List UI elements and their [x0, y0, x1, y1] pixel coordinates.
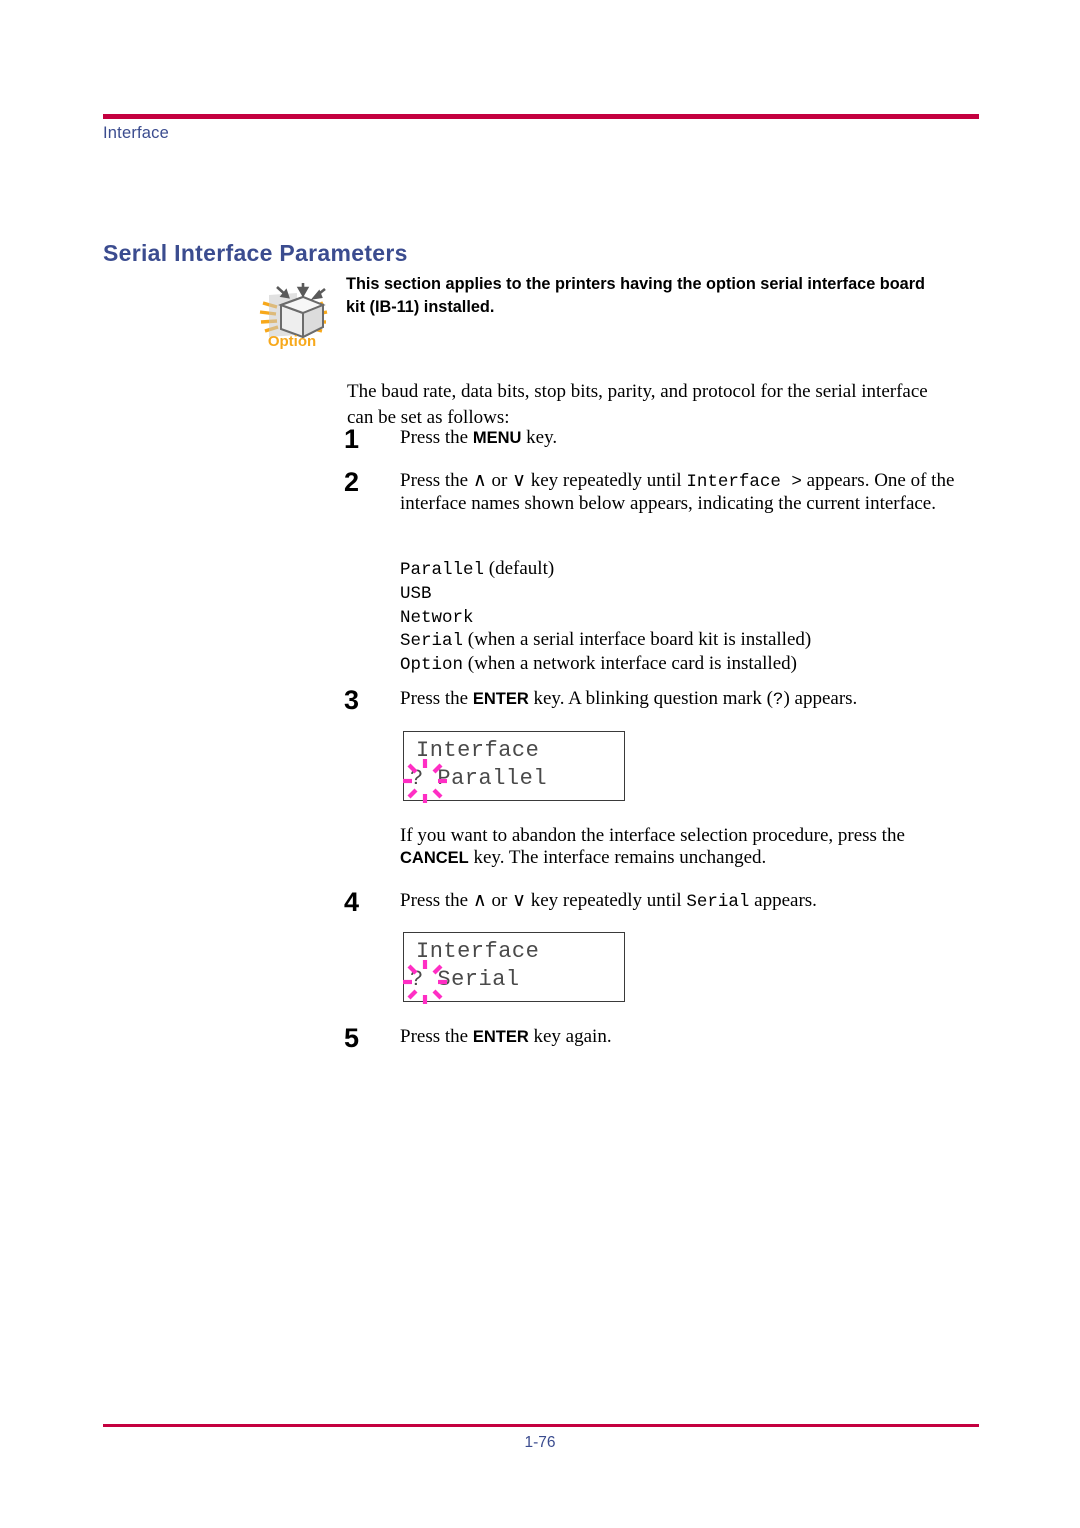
- lcd-panel-parallel: Interface ? Parallel: [403, 731, 625, 803]
- interface-name: Option: [400, 655, 464, 676]
- interface-name: Serial: [400, 631, 464, 652]
- inline-text: appears.: [749, 890, 817, 911]
- lcd-line-2: ? Serial: [410, 967, 520, 992]
- step-text: Press the ∧ or ∨ key repeatedly until Se…: [400, 890, 960, 913]
- interface-note: (when a network interface card is instal…: [463, 653, 797, 675]
- abandon-note: If you want to abandon the interface sel…: [400, 825, 978, 869]
- inline-text: or: [486, 470, 513, 491]
- step-number: 1: [344, 424, 360, 454]
- inline-text: key. A blinking question mark (: [528, 688, 773, 709]
- arrow-key-icon: ∨: [512, 890, 526, 911]
- inline-text: key.: [521, 427, 558, 448]
- interface-list-item: USB: [400, 582, 811, 606]
- inline-text: key. The interface remains unchanged.: [468, 847, 767, 868]
- lcd-line-2: ? Parallel: [410, 766, 547, 791]
- inline-text: key again.: [528, 1026, 612, 1047]
- lcd-panel-serial: Interface ? Serial: [403, 932, 625, 1004]
- interface-list-item: Network: [400, 606, 811, 630]
- inline-text: If you want to abandon the interface sel…: [400, 825, 905, 846]
- inline-text: Press the: [400, 1026, 473, 1047]
- inline-text: Press the: [400, 470, 473, 491]
- display-literal: Interface >: [686, 472, 802, 492]
- lcd-value: Parallel: [423, 766, 548, 791]
- interface-note: (when a serial interface board kit is in…: [463, 629, 812, 651]
- key-name: ENTER: [472, 690, 529, 708]
- intro-paragraph: The baud rate, data bits, stop bits, par…: [347, 381, 928, 428]
- lcd-line-1: Interface: [416, 939, 540, 964]
- display-literal: Serial: [686, 892, 750, 912]
- document-page: Interface Serial Interface Parameters Op…: [0, 0, 1080, 1528]
- interface-list-item: Serial (when a serial interface board ki…: [400, 629, 811, 653]
- step-text: Press the ENTER key. A blinking question…: [400, 688, 960, 711]
- step-text: Press the MENU key.: [400, 427, 960, 449]
- interface-list-item: Parallel (default): [400, 558, 811, 582]
- lcd-line-1: Interface: [416, 738, 540, 763]
- header-section-label: Interface: [103, 124, 170, 142]
- step-number: 5: [344, 1023, 360, 1053]
- inline-text: key repeatedly until: [526, 890, 687, 911]
- step-number: 4: [344, 887, 360, 917]
- step-text: Press the ∧ or ∨ key repeatedly until In…: [400, 470, 978, 515]
- interface-note: (default): [484, 558, 555, 579]
- key-name: CANCEL: [400, 849, 469, 867]
- lcd-question-mark: ?: [410, 766, 424, 791]
- lcd-value: Serial: [423, 967, 520, 992]
- interface-name: Network: [400, 607, 474, 628]
- interface-name: Parallel: [400, 560, 485, 580]
- option-note-text: This section applies to the printers hav…: [346, 275, 925, 316]
- arrow-key-icon: ∧: [472, 470, 487, 491]
- key-name: ENTER: [472, 1028, 529, 1046]
- inline-text: or: [486, 890, 513, 911]
- option-icon-caption: Option: [267, 333, 317, 350]
- interface-name: USB: [400, 583, 432, 604]
- header-rule: [103, 114, 979, 119]
- inline-text: key repeatedly until: [526, 470, 687, 491]
- arrow-key-icon: ∧: [472, 890, 487, 911]
- step-text: Press the ENTER key again.: [400, 1026, 960, 1048]
- interface-list-item: Option (when a network interface card is…: [400, 653, 811, 677]
- step-number: 3: [344, 685, 360, 715]
- page-number: 1-76: [524, 1434, 556, 1451]
- lcd-question-mark: ?: [410, 967, 424, 992]
- interface-name-list: Parallel (default) USB Network Serial (when…: [400, 558, 811, 677]
- page-title: Serial Interface Parameters: [103, 240, 408, 267]
- step-number: 2: [344, 467, 360, 497]
- footer-rule: [103, 1424, 979, 1427]
- inline-text: Press the: [400, 427, 473, 448]
- inline-text: ) appears.: [783, 688, 858, 709]
- display-literal: ?: [772, 690, 784, 710]
- inline-text: Press the: [400, 890, 473, 911]
- key-name: MENU: [472, 429, 522, 447]
- arrow-key-icon: ∨: [512, 470, 526, 491]
- inline-text: Press the: [400, 688, 473, 709]
